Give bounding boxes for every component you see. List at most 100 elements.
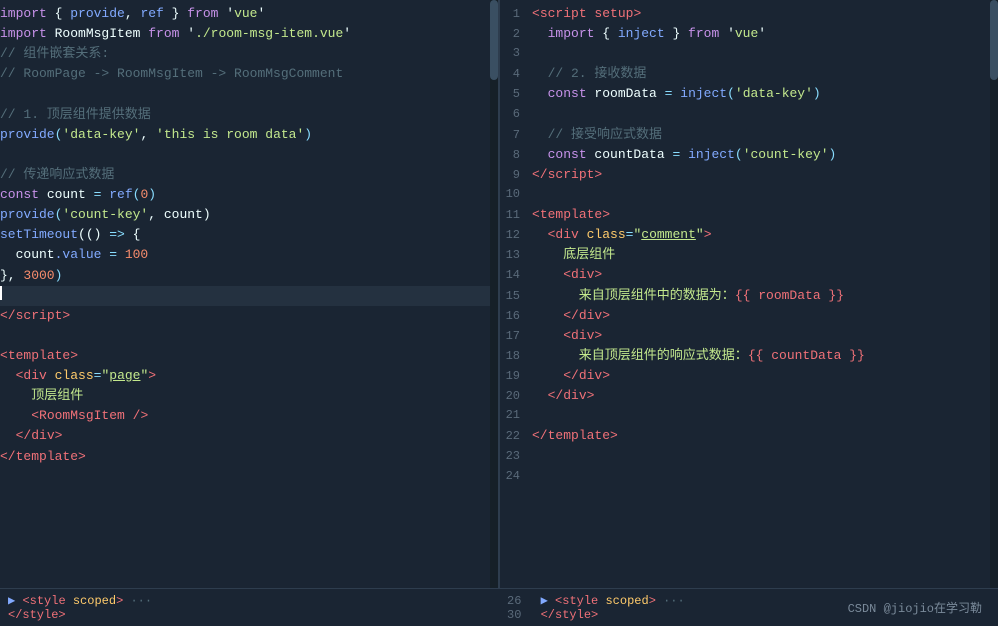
left-line-1: import { provide, ref } from 'vue'	[0, 4, 498, 24]
left-line-10: const count = ref(0)	[0, 185, 498, 205]
line-content: <div class="comment">	[532, 225, 990, 245]
right-scrollbar[interactable]	[990, 0, 998, 588]
right-scrollbar-thumb[interactable]	[990, 0, 998, 80]
left-style-closing: </style>	[8, 608, 66, 622]
left-line-15	[0, 286, 498, 306]
line-number: 15	[500, 287, 532, 306]
right-line-17: 17 <div>	[500, 326, 998, 346]
right-line-4: 4 // 2. 接收数据	[500, 64, 998, 84]
left-scrollbar-thumb[interactable]	[490, 0, 498, 80]
left-line-20: 顶层组件	[0, 386, 498, 406]
right-line-6: 6	[500, 105, 998, 125]
left-line-4: // RoomPage -> RoomMsgItem -> RoomMsgCom…	[0, 64, 498, 84]
line-content: 来自顶层组件中的数据为：{{ roomData }}	[532, 286, 990, 306]
left-line-7: provide('data-key', 'this is room data')	[0, 125, 498, 145]
left-line-14: }, 3000)	[0, 266, 498, 286]
left-line-6: // 1. 顶层组件提供数据	[0, 105, 498, 125]
left-line-21: <RoomMsgItem />	[0, 406, 498, 426]
left-line-9: // 传递响应式数据	[0, 165, 498, 185]
line-number: 22	[500, 427, 532, 446]
line-content: </div>	[532, 366, 990, 386]
left-line-5	[0, 85, 498, 105]
left-line-13: count.value = 100	[0, 245, 498, 265]
right-line-13: 13 底层组件	[500, 245, 998, 265]
bottom-bar: ▶ <style scoped> ··· </style> 26 ▶ <styl…	[0, 588, 998, 626]
line-content: const roomData = inject('data-key')	[532, 84, 990, 104]
right-line-12: 12 <div class="comment">	[500, 225, 998, 245]
right-line-16: 16 </div>	[500, 306, 998, 326]
left-line-18: <template>	[0, 346, 498, 366]
line-content: <div>	[532, 265, 990, 285]
left-line-16: </script>	[0, 306, 498, 326]
left-line-19: <div class="page">	[0, 366, 498, 386]
left-line-17	[0, 326, 498, 346]
right-line-1: 1<script setup>	[500, 4, 998, 24]
right-code-area: 1<script setup>2 import { inject } from …	[500, 0, 998, 491]
line-number: 24	[500, 467, 532, 486]
right-line-10: 10	[500, 185, 998, 205]
right-style-line: 26 ▶ <style scoped> ··· 30 </style>	[507, 593, 685, 622]
line-content: const countData = inject('count-key')	[532, 145, 990, 165]
line-content: import { inject } from 'vue'	[532, 24, 990, 44]
right-line-8: 8 const countData = inject('count-key')	[500, 145, 998, 165]
line-number: 4	[500, 65, 532, 84]
left-line-8	[0, 145, 498, 165]
right-line-20: 20 </div>	[500, 386, 998, 406]
line-number: 7	[500, 126, 532, 145]
right-line-5: 5 const roomData = inject('data-key')	[500, 84, 998, 104]
left-scrollbar[interactable]	[490, 0, 498, 588]
line-number: 20	[500, 387, 532, 406]
line-number: 14	[500, 266, 532, 285]
line-number: 19	[500, 367, 532, 386]
right-line-22: 22</template>	[500, 426, 998, 446]
line-number: 16	[500, 307, 532, 326]
line-number: 1	[500, 5, 532, 24]
line-number: 17	[500, 327, 532, 346]
right-line-9: 9</script>	[500, 165, 998, 185]
line-content: </div>	[532, 386, 990, 406]
left-line-12: setTimeout(() => {	[0, 225, 498, 245]
right-line-11: 11<template>	[500, 205, 998, 225]
watermark: CSDN @jiojio在学习勒	[848, 599, 990, 616]
line-content: // 接受响应式数据	[532, 125, 990, 145]
line-number: 2	[500, 25, 532, 44]
bottom-left: ▶ <style scoped> ··· </style>	[0, 591, 499, 624]
bottom-right: 26 ▶ <style scoped> ··· 30 </style> CSDN…	[499, 591, 998, 624]
line-content: </template>	[532, 426, 990, 446]
right-line-23: 23	[500, 447, 998, 467]
line-content: </div>	[532, 306, 990, 326]
left-style-collapsed: ▶	[8, 594, 15, 608]
left-line-2: import RoomMsgItem from './room-msg-item…	[0, 24, 498, 44]
left-code-area: import { provide, ref } from 'vue'import…	[0, 0, 498, 471]
line-number: 9	[500, 166, 532, 185]
line-number: 3	[500, 44, 532, 63]
line-number: 13	[500, 246, 532, 265]
line-number: 5	[500, 85, 532, 104]
line-content: 来自顶层组件的响应式数据：{{ countData }}	[532, 346, 990, 366]
line-number: 23	[500, 447, 532, 466]
right-pane: 1<script setup>2 import { inject } from …	[500, 0, 998, 588]
left-pane: import { provide, ref } from 'vue'import…	[0, 0, 500, 588]
right-line-14: 14 <div>	[500, 265, 998, 285]
right-line-3: 3	[500, 44, 998, 64]
left-line-3: // 组件嵌套关系:	[0, 44, 498, 64]
line-number: 10	[500, 185, 532, 204]
line-number: 8	[500, 146, 532, 165]
line-number: 18	[500, 347, 532, 366]
right-line-19: 19 </div>	[500, 366, 998, 386]
editor-container: import { provide, ref } from 'vue'import…	[0, 0, 998, 588]
line-content: </script>	[532, 165, 990, 185]
right-line-24: 24	[500, 467, 998, 487]
right-line-18: 18 来自顶层组件的响应式数据：{{ countData }}	[500, 346, 998, 366]
right-line-15: 15 来自顶层组件中的数据为：{{ roomData }}	[500, 286, 998, 306]
line-number: 21	[500, 406, 532, 425]
left-line-23: </template>	[0, 447, 498, 467]
line-number: 11	[500, 206, 532, 225]
left-line-11: provide('count-key', count)	[0, 205, 498, 225]
line-content: <template>	[532, 205, 990, 225]
line-content: 底层组件	[532, 245, 990, 265]
right-line-21: 21	[500, 406, 998, 426]
right-line-2: 2 import { inject } from 'vue'	[500, 24, 998, 44]
line-number: 6	[500, 105, 532, 124]
line-content: // 2. 接收数据	[532, 64, 990, 84]
